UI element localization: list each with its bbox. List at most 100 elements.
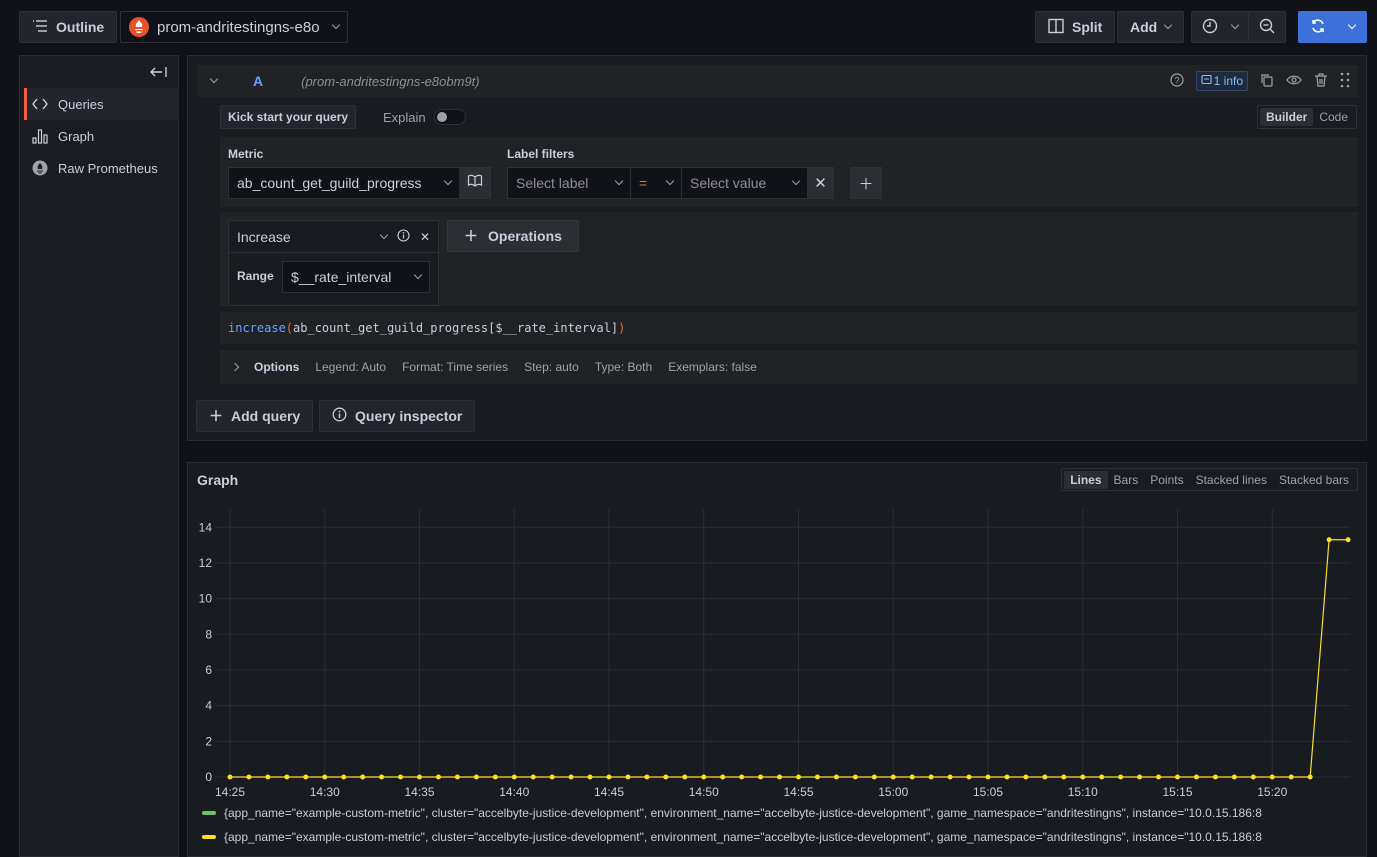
mode-code-tab[interactable]: Code bbox=[1313, 108, 1354, 126]
data-point bbox=[246, 774, 252, 780]
data-point bbox=[928, 774, 934, 780]
data-point bbox=[852, 774, 858, 780]
chevron-down-icon bbox=[614, 176, 624, 186]
prometheus-logo-icon bbox=[129, 17, 149, 37]
plus-icon: ＋ bbox=[209, 408, 223, 424]
datasource-picker[interactable]: prom-andritestingns-e8o bbox=[120, 11, 348, 43]
chevron-down-icon[interactable] bbox=[379, 230, 389, 239]
info-count: 1 info bbox=[1213, 74, 1243, 88]
viz-bars-tab[interactable]: Bars bbox=[1108, 471, 1145, 489]
query-actions: ? 1 info bbox=[1170, 65, 1350, 97]
query-info-badge[interactable]: 1 info bbox=[1195, 71, 1248, 91]
value-select[interactable]: Select value bbox=[681, 167, 808, 199]
add-operation-button[interactable]: ＋ Operations bbox=[447, 220, 579, 252]
time-range-picker[interactable] bbox=[1192, 12, 1248, 42]
data-point bbox=[435, 774, 441, 780]
x-tick-label: 15:20 bbox=[1257, 785, 1287, 799]
data-point bbox=[739, 774, 745, 780]
chevron-right-icon bbox=[230, 362, 240, 372]
data-point bbox=[1099, 774, 1105, 780]
document-icon bbox=[1201, 74, 1212, 88]
option-exemplars: Exemplars: false bbox=[668, 360, 757, 374]
outline-button[interactable]: Outline bbox=[19, 11, 118, 43]
chevron-down-icon[interactable] bbox=[1348, 20, 1357, 30]
data-point bbox=[1156, 774, 1162, 780]
collapse-query-chevron-icon[interactable] bbox=[209, 74, 219, 84]
range-select[interactable]: $__rate_interval bbox=[282, 261, 430, 293]
query-preview: increase(ab_count_get_guild_progress[$__… bbox=[220, 312, 1358, 344]
zoom-out-button[interactable] bbox=[1248, 12, 1285, 42]
prometheus-icon bbox=[32, 160, 48, 176]
zoom-out-icon bbox=[1259, 18, 1275, 37]
chevron-down-icon bbox=[331, 20, 341, 30]
sidebar-item-graph[interactable]: Graph bbox=[24, 120, 179, 152]
data-point bbox=[1231, 774, 1237, 780]
add-button[interactable]: Add bbox=[1117, 11, 1185, 43]
y-tick-label: 6 bbox=[205, 663, 212, 677]
operation-name[interactable]: Increase bbox=[237, 229, 371, 245]
metric-select[interactable]: ab_count_get_guild_progress bbox=[228, 167, 460, 199]
explain-toggle[interactable] bbox=[433, 109, 466, 125]
range-label: Range bbox=[237, 269, 274, 283]
split-button[interactable]: Split bbox=[1035, 11, 1116, 43]
chevron-down-icon bbox=[665, 176, 675, 186]
info-circle-icon[interactable] bbox=[397, 228, 410, 245]
data-point bbox=[758, 774, 764, 780]
code-brackets-icon bbox=[32, 98, 48, 110]
option-step: Step: auto bbox=[524, 360, 579, 374]
data-point bbox=[814, 774, 820, 780]
label-select[interactable]: Select label bbox=[507, 167, 631, 199]
data-point bbox=[1023, 774, 1029, 780]
metric-label: Metric bbox=[228, 147, 264, 161]
data-point bbox=[1250, 774, 1256, 780]
y-tick-label: 0 bbox=[205, 770, 212, 784]
metrics-explorer-button[interactable] bbox=[459, 167, 491, 199]
legend-swatch bbox=[202, 811, 216, 815]
collapse-sidebar-icon[interactable] bbox=[150, 65, 168, 81]
split-view-icon bbox=[1048, 18, 1064, 37]
remove-filter-button[interactable]: ✕ bbox=[807, 167, 834, 199]
sidebar-item-queries[interactable]: Queries bbox=[24, 88, 179, 120]
drag-handle-icon[interactable] bbox=[1340, 72, 1350, 91]
query-ref-id[interactable]: A bbox=[253, 73, 263, 89]
x-tick-label: 15:05 bbox=[973, 785, 1003, 799]
add-query-button[interactable]: ＋ Add query bbox=[196, 400, 314, 432]
trash-icon[interactable] bbox=[1314, 72, 1328, 90]
query-inspector-button[interactable]: Query inspector bbox=[319, 400, 476, 432]
operator-select[interactable]: = bbox=[630, 167, 682, 199]
x-tick-label: 14:50 bbox=[689, 785, 719, 799]
add-filter-button[interactable]: ＋ bbox=[850, 167, 882, 199]
eye-icon[interactable] bbox=[1286, 74, 1302, 89]
add-label: Add bbox=[1130, 19, 1158, 35]
option-type: Type: Both bbox=[594, 360, 653, 374]
run-query-button[interactable] bbox=[1298, 11, 1367, 43]
legend-item[interactable]: {app_name="example-custom-metric", clust… bbox=[202, 830, 1358, 844]
query-editor-panel: A (prom-andritestingns-e8obm9t) ? 1 info bbox=[187, 55, 1367, 441]
help-icon[interactable]: ? bbox=[1170, 72, 1184, 90]
mode-builder-tab[interactable]: Builder bbox=[1259, 108, 1314, 126]
y-tick-label: 4 bbox=[205, 699, 212, 713]
viz-stacked-bars-tab[interactable]: Stacked bars bbox=[1273, 471, 1355, 489]
plus-icon: ＋ bbox=[858, 175, 874, 193]
outline-label: Outline bbox=[56, 19, 105, 35]
x-tick-label: 14:25 bbox=[215, 785, 245, 799]
duplicate-query-icon[interactable] bbox=[1260, 73, 1274, 90]
legend-item[interactable]: {app_name="example-custom-metric", clust… bbox=[202, 806, 1358, 820]
data-point bbox=[777, 774, 783, 780]
remove-operation-icon[interactable]: ✕ bbox=[420, 230, 430, 244]
kick-start-query-button[interactable]: Kick start your query bbox=[220, 105, 357, 129]
viz-stacked-lines-tab[interactable]: Stacked lines bbox=[1190, 471, 1273, 489]
sidebar-item-raw-prometheus[interactable]: Raw Prometheus bbox=[24, 152, 179, 184]
x-tick-label: 15:00 bbox=[878, 785, 908, 799]
viz-lines-tab[interactable]: Lines bbox=[1064, 470, 1108, 489]
time-range-group bbox=[1191, 11, 1286, 43]
add-query-label: Add query bbox=[231, 408, 301, 424]
data-point bbox=[701, 774, 707, 780]
close-icon: ✕ bbox=[814, 175, 827, 192]
data-point bbox=[985, 774, 991, 780]
query-options-row[interactable]: Options Legend: Auto Format: Time series… bbox=[220, 350, 1358, 384]
viz-points-tab[interactable]: Points bbox=[1144, 471, 1189, 489]
time-series-chart[interactable]: 0 2 4 6 8 10 12 14 14:25 14:30 14:35 14:40 14:45 14:5… bbox=[188, 503, 1366, 803]
book-icon bbox=[467, 174, 483, 192]
content-outline-sidebar: Queries Graph Raw Prometheus bbox=[19, 55, 179, 857]
